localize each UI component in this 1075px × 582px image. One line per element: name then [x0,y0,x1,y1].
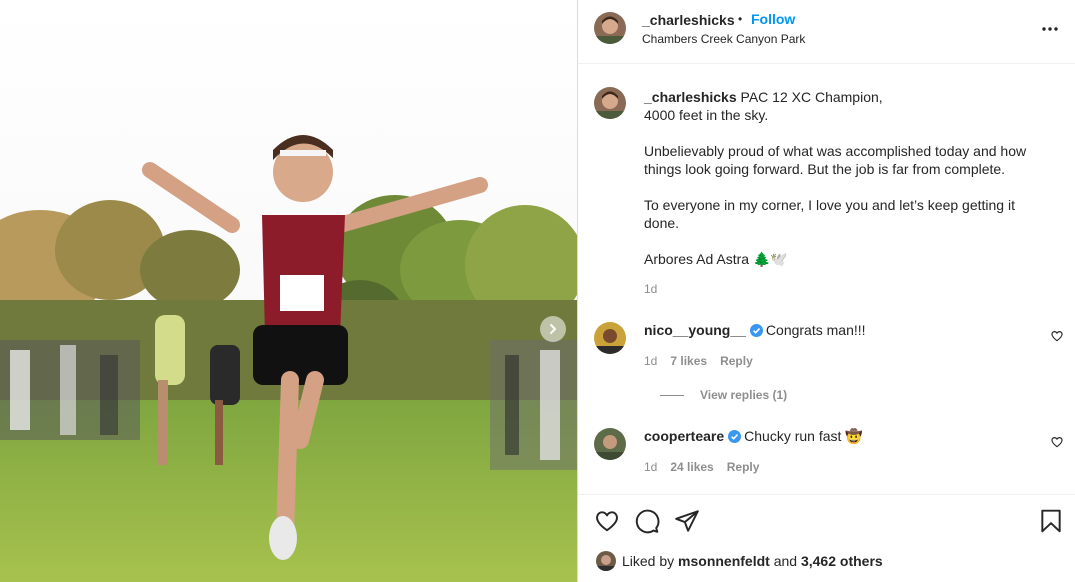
caption-line: Arbores Ad Astra 🌲🕊️ [644,251,788,267]
caption-username[interactable]: _charleshicks [644,89,737,105]
post-location[interactable]: Chambers Creek Canyon Park [642,32,805,46]
comment-meta: 1d 24 likes Reply [644,460,772,474]
next-photo-button[interactable] [540,316,566,342]
comment-timestamp[interactable]: 1d [644,354,657,368]
follow-button[interactable]: Follow [751,11,795,27]
author-username[interactable]: _charleshicks [642,12,735,28]
comment-like-heart-icon[interactable] [1050,435,1064,449]
comment-username[interactable]: nico__young__ [644,322,746,338]
post-caption: _charleshicks PAC 12 XC Champion, 4000 f… [644,88,1054,268]
view-replies-button[interactable]: View replies (1) [700,388,787,402]
heart-icon[interactable] [594,508,620,534]
comment-meta: 1d 7 likes Reply [644,354,766,368]
comment-likes[interactable]: 7 likes [670,354,707,368]
comment-text: Chucky run fast 🤠 [744,428,863,444]
comment-timestamp[interactable]: 1d [644,460,657,474]
post-details-panel: _charleshicks • Follow Chambers Creek Ca… [577,0,1075,582]
reply-button[interactable]: Reply [727,460,760,474]
liker-username[interactable]: msonnenfeldt [678,553,770,569]
separator-dot: • [738,12,743,26]
verified-badge-icon [728,430,742,443]
chevron-right-icon [550,324,557,334]
likes-count[interactable]: 3,462 others [801,553,883,569]
bookmark-icon[interactable] [1038,508,1064,534]
commenter-avatar[interactable] [594,428,626,460]
view-replies-divider [660,395,684,396]
runner-photo-image [0,0,577,582]
caption-line: things look going forward. But the job i… [644,161,1006,177]
share-icon[interactable] [674,508,700,534]
more-options-icon[interactable] [1040,19,1060,39]
caption-line: To everyone in my corner, I love you and… [644,197,1015,213]
verified-badge-icon [749,324,763,337]
caption-line: Unbelievably proud of what was accomplis… [644,143,1027,159]
comment-username[interactable]: cooperteare [644,428,724,444]
comment-likes[interactable]: 24 likes [670,460,713,474]
instagram-post-view: _charleshicks • Follow Chambers Creek Ca… [0,0,1075,582]
post-header: _charleshicks • Follow Chambers Creek Ca… [578,0,1075,64]
caption-line: PAC 12 XC Champion, [740,89,883,105]
caption-author-avatar[interactable] [594,87,626,119]
comment-icon[interactable] [634,508,660,534]
likes-summary: Liked by msonnenfeldt and 3,462 others [622,553,883,569]
caption-timestamp[interactable]: 1d [644,282,657,296]
reply-button[interactable]: Reply [720,354,753,368]
liker-avatar[interactable] [596,551,616,571]
comment-text-row: cooperteare Chucky run fast 🤠 [644,428,863,445]
author-avatar[interactable] [594,12,626,44]
caption-line: done. [644,215,680,231]
commenter-avatar[interactable] [594,322,626,354]
post-actions-bar: Liked by msonnenfeldt and 3,462 others [578,494,1075,582]
comment-text: Congrats man!!! [765,322,866,338]
likes-prefix: Liked by [622,553,675,569]
post-photo[interactable] [0,0,577,582]
comment-like-heart-icon[interactable] [1050,329,1064,343]
comment-text-row: nico__young__ Congrats man!!! [644,322,866,338]
caption-line: 4000 feet in the sky. [644,107,769,123]
likes-connector: and [773,553,798,569]
